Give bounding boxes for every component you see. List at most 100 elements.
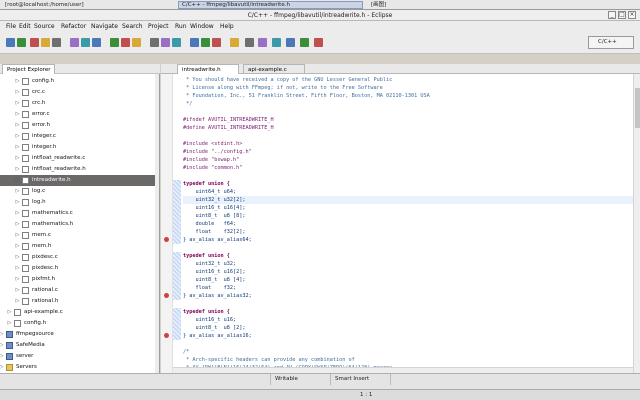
expand-arrow-icon[interactable]: ▷ <box>15 230 20 241</box>
tree-item[interactable]: ▷ mathematics.h <box>0 219 159 230</box>
toolbar-button-icon[interactable] <box>300 38 309 47</box>
expand-arrow-icon[interactable]: ▷ <box>0 329 4 340</box>
menu-navigate[interactable]: Navigate <box>91 22 118 31</box>
toolbar-button-icon[interactable] <box>52 38 61 47</box>
tree-item[interactable]: ▷ pixfmt.h <box>0 274 159 285</box>
minimize-icon[interactable]: _ <box>608 11 616 19</box>
tree-item[interactable]: ▷ mathematics.c <box>0 208 159 219</box>
tree-item[interactable]: ▷ error.c <box>0 109 159 120</box>
taskbar-item-terminal[interactable]: [root@localhost:/home/user] <box>2 1 152 9</box>
expand-arrow-icon[interactable]: ▷ <box>15 296 20 307</box>
editor-scrollbar[interactable] <box>633 74 640 373</box>
expand-arrow-icon[interactable]: ▷ <box>15 142 20 153</box>
tree-item[interactable]: ▷ config.h <box>0 318 159 329</box>
toolbar-button-icon[interactable] <box>201 38 210 47</box>
toolbar-button-icon[interactable] <box>81 38 90 47</box>
expand-arrow-icon[interactable]: ▷ <box>15 197 20 208</box>
expand-arrow-icon[interactable]: ▷ <box>15 241 20 252</box>
menu-project[interactable]: Project <box>148 22 169 31</box>
toolbar-button-icon[interactable] <box>92 38 101 47</box>
tree-item[interactable]: ▷ log.c <box>0 186 159 197</box>
expand-arrow-icon[interactable]: ▷ <box>15 131 20 142</box>
expand-arrow-icon[interactable]: ▷ <box>15 153 20 164</box>
expand-arrow-icon[interactable]: ▷ <box>15 164 20 175</box>
expand-arrow-icon[interactable]: ▷ <box>15 175 20 186</box>
toolbar-button-icon[interactable] <box>70 38 79 47</box>
menu-search[interactable]: Search <box>122 22 143 31</box>
menu-source[interactable]: Source <box>34 22 55 31</box>
maximize-icon[interactable]: □ <box>618 11 626 19</box>
expand-arrow-icon[interactable]: ▷ <box>15 219 20 230</box>
toolbar-button-icon[interactable] <box>17 38 26 47</box>
tree-item[interactable]: ▷ pixdesc.c <box>0 252 159 263</box>
toolbar-button-icon[interactable] <box>272 38 281 47</box>
toolbar-button-icon[interactable] <box>150 38 159 47</box>
editor-scroll-thumb[interactable] <box>635 88 640 128</box>
tree-item[interactable]: ▷ intfloat_readwrite.h <box>0 164 159 175</box>
expand-arrow-icon[interactable]: ▷ <box>15 109 20 120</box>
tree-item[interactable]: ▷ intreadwrite.h <box>0 175 159 186</box>
tree-item[interactable]: ▷ Servers <box>0 362 159 373</box>
expand-arrow-icon[interactable]: ▷ <box>15 186 20 197</box>
menu-file[interactable]: File <box>6 22 16 31</box>
close-icon[interactable]: × <box>628 11 636 19</box>
toolbar-button-icon[interactable] <box>30 38 39 47</box>
explorer-scrollbar[interactable] <box>155 74 159 373</box>
toolbar-button-icon[interactable] <box>6 38 15 47</box>
toolbar-button-icon[interactable] <box>286 38 295 47</box>
tree-item[interactable]: ▷ ffmpegsource <box>0 329 159 340</box>
tree-item[interactable]: ▷ crc.h <box>0 98 159 109</box>
toolbar-button-icon[interactable] <box>245 38 254 47</box>
toolbar-button-icon[interactable] <box>314 38 323 47</box>
expand-arrow-icon[interactable]: ▷ <box>7 318 12 329</box>
expand-arrow-icon[interactable]: ▷ <box>15 120 20 131</box>
toolbar-button-icon[interactable] <box>110 38 119 47</box>
menu-window[interactable]: Window <box>190 22 214 31</box>
tree-item[interactable]: ▷ SafeMedia <box>0 340 159 351</box>
taskbar-item-eclipse[interactable]: C/C++ - ffmpeg/libavutil/intreadwrite.h <box>178 1 363 9</box>
expand-arrow-icon[interactable]: ▷ <box>15 285 20 296</box>
toolbar-button-icon[interactable] <box>161 38 170 47</box>
expand-arrow-icon[interactable]: ▷ <box>15 263 20 274</box>
expand-arrow-icon[interactable]: ▷ <box>0 340 4 351</box>
toolbar-button-icon[interactable] <box>132 38 141 47</box>
tree-item[interactable]: ▷ rational.c <box>0 285 159 296</box>
tree-item[interactable]: ▷ rational.h <box>0 296 159 307</box>
expand-arrow-icon[interactable]: ▷ <box>15 87 20 98</box>
error-marker-icon[interactable] <box>164 237 169 242</box>
tree-item[interactable]: ▷ intfloat_readwrite.c <box>0 153 159 164</box>
expand-arrow-icon[interactable]: ▷ <box>15 274 20 285</box>
tree-item[interactable]: ▷ mem.h <box>0 241 159 252</box>
taskbar-item-paint[interactable]: [画图] <box>368 1 438 9</box>
expand-arrow-icon[interactable]: ▷ <box>15 208 20 219</box>
perspective-switcher[interactable]: C/C++ <box>588 36 634 49</box>
tree-item[interactable]: ▷ pixdesc.h <box>0 263 159 274</box>
tab-intreadwrite-h[interactable]: intreadwrite.h <box>177 64 239 74</box>
expand-arrow-icon[interactable]: ▷ <box>15 98 20 109</box>
tree-item[interactable]: ▷ log.h <box>0 197 159 208</box>
tree-item[interactable]: ▷ integer.h <box>0 142 159 153</box>
tab-api-example-c[interactable]: api-example.c <box>243 64 305 74</box>
toolbar-button-icon[interactable] <box>190 38 199 47</box>
error-marker-icon[interactable] <box>164 333 169 338</box>
tree-item[interactable]: ▷ config.h <box>0 76 159 87</box>
toolbar-button-icon[interactable] <box>258 38 267 47</box>
error-marker-icon[interactable] <box>164 293 169 298</box>
menu-help[interactable]: Help <box>220 22 234 31</box>
toolbar-button-icon[interactable] <box>41 38 50 47</box>
tree-item[interactable]: ▷ crc.c <box>0 87 159 98</box>
expand-arrow-icon[interactable]: ▷ <box>7 307 12 318</box>
expand-arrow-icon[interactable]: ▷ <box>0 351 4 362</box>
expand-arrow-icon[interactable]: ▷ <box>15 252 20 263</box>
toolbar-button-icon[interactable] <box>212 38 221 47</box>
menu-edit[interactable]: Edit <box>19 22 31 31</box>
tree-item[interactable]: ▷ integer.c <box>0 131 159 142</box>
expand-arrow-icon[interactable]: ▷ <box>15 76 20 87</box>
tree-item[interactable]: ▷ mem.c <box>0 230 159 241</box>
menu-run[interactable]: Run <box>175 22 187 31</box>
tree-item[interactable]: ▷ api-example.c <box>0 307 159 318</box>
toolbar-button-icon[interactable] <box>230 38 239 47</box>
expand-arrow-icon[interactable]: ▷ <box>0 362 4 373</box>
tree-item[interactable]: ▷ server <box>0 351 159 362</box>
tree-item[interactable]: ▷ error.h <box>0 120 159 131</box>
